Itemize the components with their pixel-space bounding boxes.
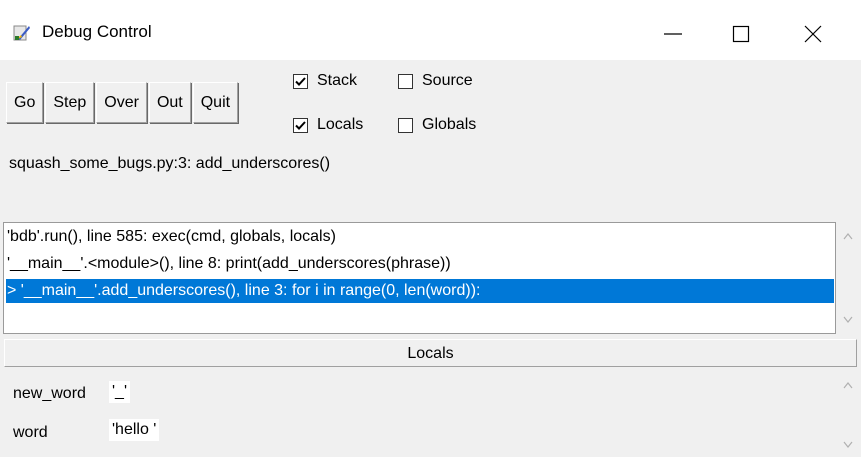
stack-frame-selected[interactable]: > '__main__'.add_underscores(), line 3: … — [6, 279, 834, 303]
close-icon — [804, 25, 822, 43]
stack-scrollbar[interactable] — [838, 222, 858, 334]
check-icon — [295, 120, 306, 130]
globals-checkbox[interactable]: Globals — [398, 116, 476, 134]
maximize-icon — [732, 25, 750, 43]
checkbox-box — [293, 117, 308, 133]
close-button[interactable] — [785, 8, 841, 56]
locals-panel: new_word '_' word 'hello ' — [0, 369, 838, 457]
title-bar: Debug Control — [0, 0, 861, 60]
check-icon — [295, 76, 306, 86]
locals-header: Locals — [4, 339, 857, 367]
debug-toolbar: Go Step Over Out Quit — [6, 82, 240, 124]
checkbox-box — [293, 73, 308, 89]
quit-button[interactable]: Quit — [192, 82, 239, 123]
variable-name: new_word — [13, 385, 86, 402]
scroll-down-icon[interactable] — [843, 441, 853, 449]
go-button[interactable]: Go — [6, 82, 44, 123]
idle-feather-icon — [12, 23, 32, 43]
locals-scrollbar[interactable] — [838, 369, 858, 457]
stack-checkbox[interactable]: Stack — [293, 72, 357, 90]
stack-frame[interactable]: 'bdb'.run(), line 585: exec(cmd, globals… — [6, 225, 336, 249]
window-title: Debug Control — [42, 22, 152, 41]
minimize-button[interactable] — [645, 8, 701, 56]
checkbox-box — [398, 73, 413, 89]
status-line: squash_some_bugs.py:3: add_underscores() — [9, 155, 331, 172]
globals-checkbox-label: Globals — [422, 116, 477, 133]
checkbox-box — [398, 117, 413, 133]
stack-frame[interactable]: '__main__'.<module>(), line 8: print(add… — [6, 252, 451, 276]
variable-value[interactable]: 'hello ' — [109, 419, 160, 441]
source-checkbox-label: Source — [422, 72, 473, 89]
over-button[interactable]: Over — [96, 82, 147, 123]
out-button[interactable]: Out — [148, 82, 191, 123]
locals-checkbox-label: Locals — [317, 116, 364, 133]
maximize-button[interactable] — [713, 8, 769, 56]
step-button[interactable]: Step — [45, 82, 95, 123]
scroll-up-icon[interactable] — [843, 381, 853, 389]
stack-listbox[interactable]: 'bdb'.run(), line 585: exec(cmd, globals… — [3, 222, 836, 334]
variable-name: word — [13, 424, 48, 441]
minimize-icon — [664, 33, 682, 35]
locals-checkbox[interactable]: Locals — [293, 116, 363, 134]
scroll-up-icon[interactable] — [843, 232, 853, 240]
source-checkbox[interactable]: Source — [398, 72, 473, 90]
scroll-down-icon[interactable] — [843, 316, 853, 324]
variable-value[interactable]: '_' — [109, 381, 131, 403]
stack-checkbox-label: Stack — [317, 72, 358, 89]
